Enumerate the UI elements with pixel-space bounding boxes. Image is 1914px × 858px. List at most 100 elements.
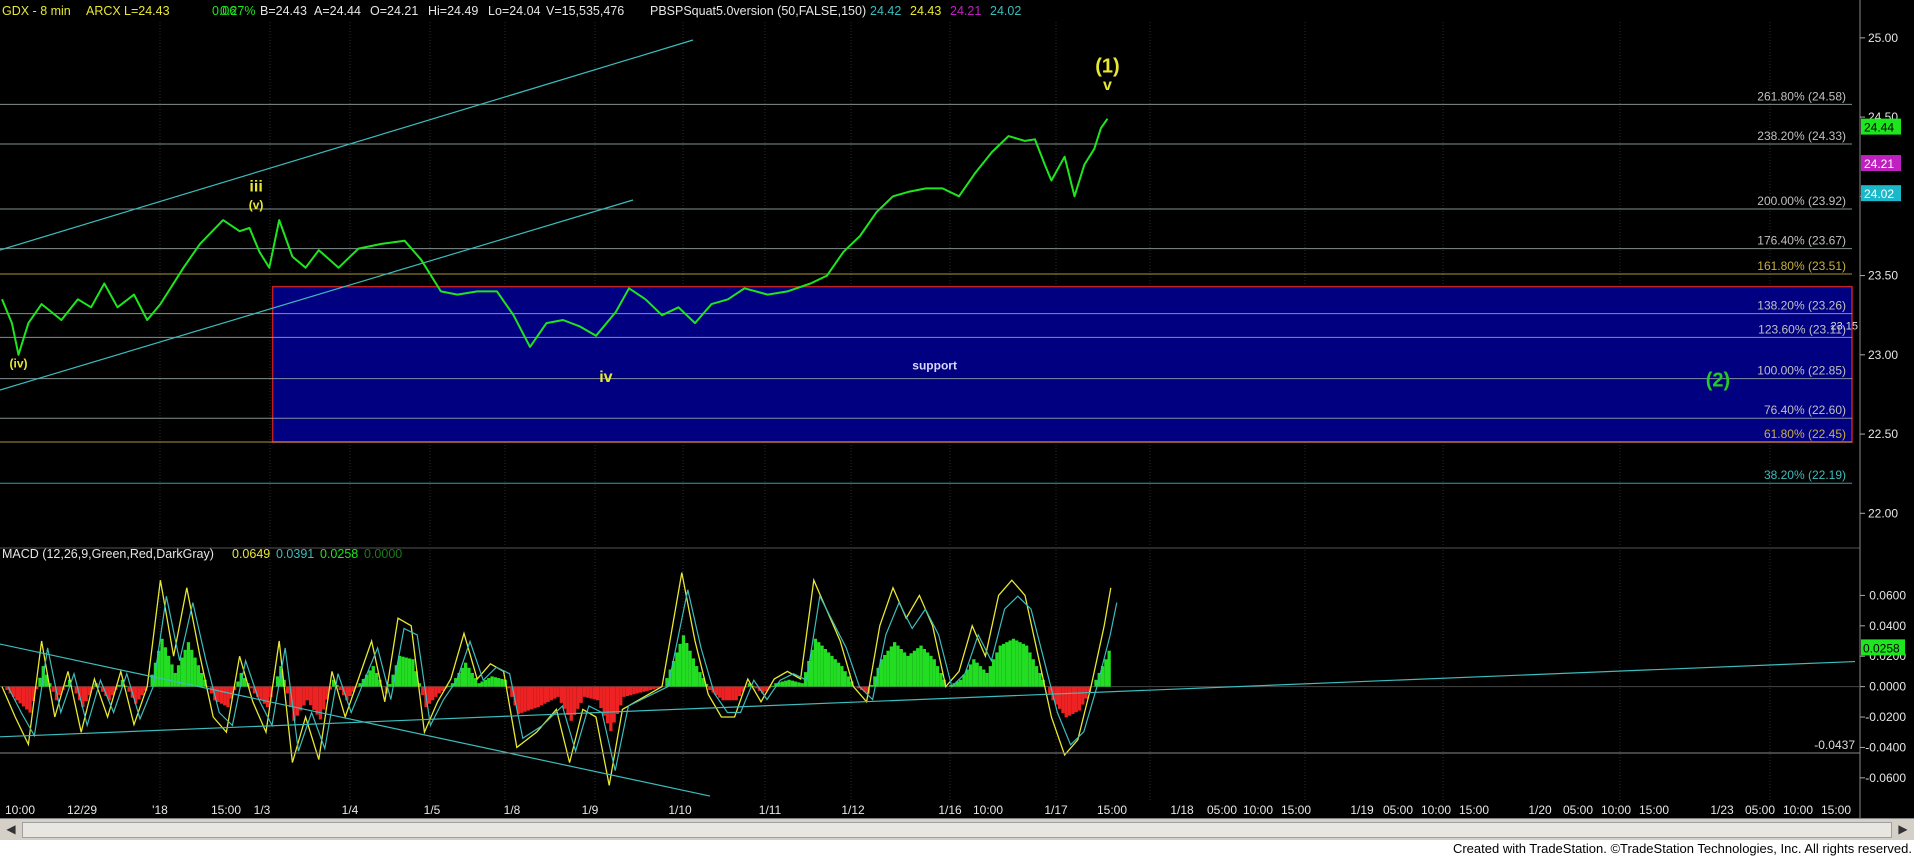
- macd-histogram-bar: [619, 686, 623, 706]
- scrollbar-track[interactable]: [22, 822, 1892, 838]
- macd-histogram-bar: [615, 686, 620, 714]
- macd-histogram-bar: [315, 686, 319, 715]
- scroll-left-arrow-icon[interactable]: ◀: [3, 821, 19, 837]
- macd-histogram-bar: [1107, 650, 1111, 687]
- macd-value-2: 0.0391: [276, 547, 314, 561]
- macd-histogram-bar: [497, 678, 501, 687]
- macd-histogram-bar: [893, 642, 897, 687]
- macd-histogram-bar: [833, 659, 837, 687]
- macd-histogram-bar: [932, 659, 936, 687]
- macd-histogram-bar: [784, 680, 788, 687]
- low-label: Lo=24.04: [488, 4, 541, 18]
- footer-bar: Created with TradeStation. ©TradeStation…: [0, 840, 1914, 858]
- macd-histogram-bar: [889, 646, 893, 687]
- macd-histogram-bar: [500, 678, 504, 687]
- macd-histogram-bar: [830, 655, 834, 687]
- scroll-right-arrow-icon[interactable]: ▶: [1895, 821, 1911, 837]
- time-tick-label: 05:00: [1383, 803, 1413, 817]
- chart-window: support 261.80% (24.58) 238.20% (24.33) 20…: [0, 0, 1914, 858]
- fib-label: 138.20% (23.26): [1757, 299, 1846, 313]
- bid-label: B=24.43: [260, 4, 307, 18]
- macd-histogram-bar: [823, 648, 827, 687]
- macd-histogram-bar: [995, 652, 999, 687]
- macd-histogram-bar: [302, 686, 306, 706]
- macd-histogram-bar: [1034, 666, 1039, 687]
- time-tick-label: 15:00: [1281, 803, 1311, 817]
- macd-histogram-bar: [487, 678, 491, 687]
- macd-histogram-bar: [648, 686, 653, 691]
- macd-histogram-bar: [622, 686, 626, 697]
- macd-histogram-bar: [223, 686, 227, 706]
- macd-histogram-bar: [632, 686, 636, 695]
- macd-histogram-bar: [226, 686, 230, 708]
- time-tick-label: 1/23: [1710, 803, 1734, 817]
- macd-histogram-bar: [827, 652, 831, 687]
- macd-value-1: 0.0649: [232, 547, 270, 561]
- macd-histogram-bar: [553, 686, 557, 699]
- macd-histogram-bar: [883, 654, 887, 687]
- macd-histogram-bar: [813, 638, 818, 687]
- macd-histogram-bar: [790, 680, 794, 687]
- macd-histogram-bar: [959, 679, 963, 687]
- macd-histogram-bar: [295, 686, 299, 716]
- macd-histogram-bar: [599, 686, 603, 709]
- macd-histogram-bar: [259, 686, 263, 701]
- price-chart[interactable]: support 261.80% (24.58) 238.20% (24.33) 20…: [0, 0, 1914, 818]
- macd-histogram-bar: [968, 664, 973, 687]
- macd-histogram-bar: [84, 686, 88, 702]
- macd-tick-label: 0.0000: [1869, 680, 1906, 694]
- wave-label: (2): [1706, 370, 1730, 392]
- macd-histogram-bar: [526, 686, 530, 711]
- macd-histogram-bar: [28, 686, 32, 713]
- macd-histogram-bar: [249, 686, 253, 689]
- macd-tick-label: -0.0400: [1865, 740, 1906, 754]
- macd-histogram-bar: [1058, 686, 1062, 709]
- macd-histogram-bar: [358, 683, 362, 687]
- macd-histogram-bar: [645, 686, 649, 691]
- macd-histogram-bar: [431, 686, 435, 701]
- macd-histogram-bar: [998, 645, 1002, 687]
- price-tick-label: 23.00: [1868, 348, 1898, 362]
- macd-histogram-bar: [794, 681, 798, 687]
- macd-histogram-bar: [681, 635, 686, 687]
- time-tick-label: '18: [152, 803, 168, 817]
- time-tick-label: 05:00: [1563, 803, 1593, 817]
- macd-histogram-bar: [137, 686, 141, 700]
- macd-histogram-bar: [266, 686, 270, 708]
- time-tick-label: 10:00: [5, 803, 35, 817]
- macd-histogram-bar: [678, 643, 682, 687]
- macd-histogram-bar: [559, 686, 563, 703]
- macd-histogram-bar: [493, 677, 497, 687]
- macd-ref-label: -0.0437: [1814, 738, 1855, 752]
- wave-label: iv: [599, 369, 612, 386]
- macd-histogram-bar: [780, 681, 785, 687]
- time-tick-label: 05:00: [1207, 803, 1237, 817]
- macd-histogram-bar: [1067, 686, 1072, 716]
- time-tick-label: 1/3: [254, 803, 271, 817]
- high-label: Hi=24.49: [428, 4, 478, 18]
- macd-histogram-bar: [186, 642, 191, 687]
- wave-label: (v): [249, 198, 264, 212]
- fib-label: 261.80% (24.58): [1757, 89, 1846, 103]
- macd-histogram-bar: [51, 686, 55, 692]
- wave-label: (iv): [10, 356, 28, 370]
- macd-histogram-bar: [530, 686, 534, 710]
- time-tick-label: 05:00: [1745, 803, 1775, 817]
- macd-histogram-bar: [596, 686, 600, 701]
- price-tick-label: 22.50: [1868, 427, 1898, 441]
- ask-label: A=24.44: [314, 4, 361, 18]
- price-tick-label: 23.50: [1868, 269, 1898, 283]
- macd-histogram-bar: [437, 686, 441, 694]
- macd-histogram-bar: [477, 683, 481, 687]
- macd-histogram-bar: [322, 686, 326, 710]
- macd-histogram-bar: [896, 645, 900, 687]
- macd-histogram-bar: [840, 666, 844, 687]
- fib-label: 38.20% (22.19): [1764, 468, 1846, 482]
- macd-histogram-bar: [1038, 672, 1042, 687]
- macd-histogram-bar: [691, 658, 695, 687]
- macd-tick-label: -0.0200: [1865, 710, 1906, 724]
- macd-histogram-bar: [652, 686, 656, 690]
- horizontal-scrollbar[interactable]: ◀ ▶: [0, 818, 1914, 841]
- macd-histogram-bar: [1071, 686, 1075, 714]
- macd-histogram-bar: [549, 686, 554, 701]
